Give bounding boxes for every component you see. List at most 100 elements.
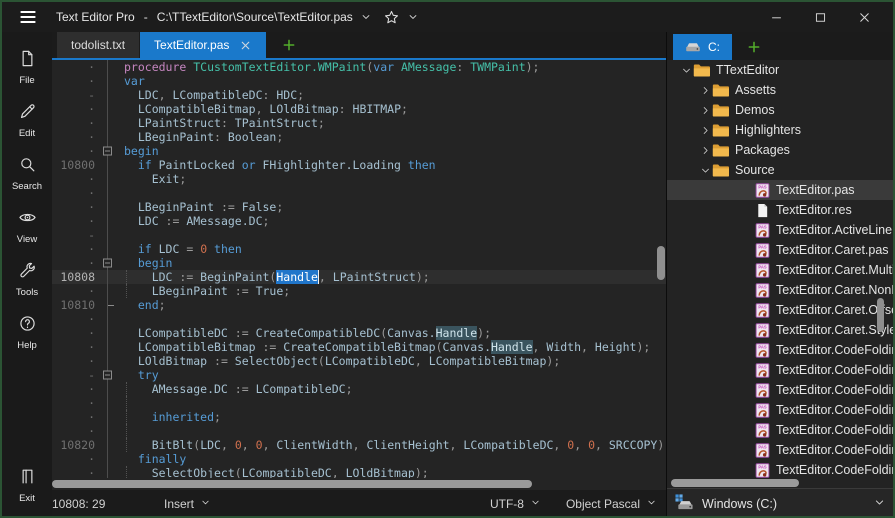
code-line[interactable]: - try bbox=[52, 368, 666, 382]
tree-file-TextEditor.Caret.NonB[interactable]: PASTextEditor.Caret.NonB bbox=[667, 280, 895, 300]
code-line[interactable]: 10808 LDC := BeginPaint(Handle, LPaintSt… bbox=[52, 270, 666, 284]
drive-selector[interactable]: Windows (C:) bbox=[667, 488, 895, 518]
code-line[interactable]: 10810 end; bbox=[52, 298, 666, 312]
tree-file-TextEditor.CodeFoldin[interactable]: PASTextEditor.CodeFoldin bbox=[667, 360, 895, 380]
fold-column[interactable] bbox=[100, 144, 116, 158]
tree-file-TextEditor.CodeFoldin[interactable]: PASTextEditor.CodeFoldin bbox=[667, 440, 895, 460]
tree-folder-Source[interactable]: Source bbox=[667, 160, 895, 180]
recent-files-chevron-icon[interactable] bbox=[359, 10, 373, 24]
code-line[interactable]: 10800 if PaintLocked or FHighlighter.Loa… bbox=[52, 158, 666, 172]
chevron-down-icon[interactable] bbox=[698, 164, 712, 177]
code-line[interactable]: · LBeginPaint: Boolean; bbox=[52, 130, 666, 144]
code-line[interactable]: ·procedure TCustomTextEditor.WMPaint(var… bbox=[52, 60, 666, 74]
tree-file-TextEditor.ActiveLine.p[interactable]: PASTextEditor.ActiveLine.p bbox=[667, 220, 895, 240]
code-line[interactable]: · bbox=[52, 312, 666, 326]
code-line[interactable]: ·var bbox=[52, 74, 666, 88]
tree-folder-Packages[interactable]: Packages bbox=[667, 140, 895, 160]
code-line[interactable]: · LBeginPaint := False; bbox=[52, 200, 666, 214]
insert-mode-dropdown[interactable]: Insert bbox=[164, 496, 212, 512]
favorites-chevron-icon[interactable] bbox=[406, 10, 420, 24]
tree-folder-Highlighters[interactable]: Highlighters bbox=[667, 120, 895, 140]
tree-file-TextEditor.CodeFoldin[interactable]: PASTextEditor.CodeFoldin bbox=[667, 400, 895, 420]
fold-collapse-icon[interactable] bbox=[103, 259, 112, 268]
new-tab-button[interactable] bbox=[275, 32, 303, 58]
tree-vertical-scrollbar[interactable] bbox=[877, 60, 885, 478]
sidebar-item-exit[interactable]: Exit bbox=[2, 460, 52, 510]
sidebar-item-tools[interactable]: Tools bbox=[2, 254, 52, 304]
code-line[interactable]: · AMessage.DC := LCompatibleDC; bbox=[52, 382, 666, 396]
tree-vscroll-thumb[interactable] bbox=[877, 298, 884, 332]
code-line[interactable]: - bbox=[52, 228, 666, 242]
code-line[interactable]: · SelectObject(LCompatibleDC, LOldBitmap… bbox=[52, 466, 666, 478]
close-tab-icon[interactable] bbox=[239, 39, 252, 52]
explorer-tab-C[interactable]: C: bbox=[673, 34, 732, 60]
code-line[interactable]: · bbox=[52, 186, 666, 200]
code-line[interactable]: · bbox=[52, 424, 666, 438]
tree-folder-TTextEditor[interactable]: TTextEditor bbox=[667, 60, 895, 80]
tree-file-TextEditor.Caret.Styles[interactable]: PASTextEditor.Caret.Styles bbox=[667, 320, 895, 340]
editor-vertical-scrollbar[interactable] bbox=[657, 60, 665, 478]
tree-folder-Assetts[interactable]: Assetts bbox=[667, 80, 895, 100]
editor-hscroll-thumb[interactable] bbox=[52, 480, 532, 488]
tree-file-TextEditor.res[interactable]: TextEditor.res bbox=[667, 200, 895, 220]
code-line[interactable]: · LCompatibleBitmap, LOldBitmap: HBITMAP… bbox=[52, 102, 666, 116]
code-line[interactable]: · finally bbox=[52, 452, 666, 466]
tree-file-TextEditor.CodeFoldin[interactable]: PASTextEditor.CodeFoldin bbox=[667, 380, 895, 400]
favorites-star-icon[interactable] bbox=[383, 9, 400, 26]
sidebar-item-help[interactable]: Help bbox=[2, 307, 52, 357]
code-line[interactable]: · LPaintStruct: TPaintStruct; bbox=[52, 116, 666, 130]
close-button[interactable] bbox=[849, 5, 879, 29]
code-line[interactable]: · begin bbox=[52, 256, 666, 270]
chevron-right-icon[interactable] bbox=[698, 124, 712, 137]
tree-hscroll-thumb[interactable] bbox=[671, 479, 799, 487]
fold-column[interactable] bbox=[100, 256, 116, 270]
minimize-button[interactable] bbox=[761, 5, 791, 29]
tree-horizontal-scrollbar[interactable] bbox=[667, 478, 895, 488]
file-icon bbox=[18, 49, 37, 73]
tree-file-TextEditor.pas[interactable]: PASTextEditor.pas bbox=[667, 180, 895, 200]
code-line[interactable]: · LBeginPaint := True; bbox=[52, 284, 666, 298]
fold-collapse-icon[interactable] bbox=[103, 147, 112, 156]
code-line[interactable]: · LCompatibleDC := CreateCompatibleDC(Ca… bbox=[52, 326, 666, 340]
code-line[interactable]: · LOldBitmap := SelectObject(LCompatible… bbox=[52, 354, 666, 368]
tree-file-TextEditor.CodeFoldin[interactable]: PASTextEditor.CodeFoldin bbox=[667, 420, 895, 440]
code-line[interactable]: 10820 BitBlt(LDC, 0, 0, ClientWidth, Cli… bbox=[52, 438, 666, 452]
code-line[interactable]: · Exit; bbox=[52, 172, 666, 186]
language-dropdown[interactable]: Object Pascal bbox=[566, 496, 658, 512]
code-line[interactable]: · bbox=[52, 396, 666, 410]
code-line[interactable]: · inherited; bbox=[52, 410, 666, 424]
sidebar-item-edit[interactable]: Edit bbox=[2, 95, 52, 145]
chevron-down-icon[interactable] bbox=[679, 64, 693, 77]
tree-file-TextEditor.Caret.pas[interactable]: PASTextEditor.Caret.pas bbox=[667, 240, 895, 260]
chevron-right-icon[interactable] bbox=[698, 84, 712, 97]
tree-file-TextEditor.CodeFoldin[interactable]: PASTextEditor.CodeFoldin bbox=[667, 340, 895, 360]
editor-vscroll-thumb[interactable] bbox=[657, 246, 665, 280]
add-drive-tab-button[interactable] bbox=[740, 34, 768, 60]
explorer-tabbar: C: bbox=[667, 32, 895, 60]
tab-todolist.txt[interactable]: todolist.txt bbox=[57, 32, 139, 58]
chevron-right-icon[interactable] bbox=[698, 104, 712, 117]
tree-folder-Demos[interactable]: Demos bbox=[667, 100, 895, 120]
code-line[interactable]: · LCompatibleBitmap := CreateCompatibleB… bbox=[52, 340, 666, 354]
editor-horizontal-scrollbar[interactable] bbox=[52, 478, 666, 490]
code-line[interactable]: - LDC, LCompatibleDC: HDC; bbox=[52, 88, 666, 102]
encoding-dropdown[interactable]: UTF-8 bbox=[490, 496, 542, 512]
tree-file-TextEditor.Caret.Offset[interactable]: PASTextEditor.Caret.Offset bbox=[667, 300, 895, 320]
tree-file-TextEditor.CodeFoldin[interactable]: PASTextEditor.CodeFoldin bbox=[667, 460, 895, 478]
sidebar-item-file[interactable]: File bbox=[2, 42, 52, 92]
menu-icon[interactable] bbox=[16, 6, 40, 28]
chevron-right-icon[interactable] bbox=[698, 144, 712, 157]
code-editor[interactable]: ·procedure TCustomTextEditor.WMPaint(var… bbox=[52, 60, 666, 478]
sidebar-item-search[interactable]: Search bbox=[2, 148, 52, 198]
code-line[interactable]: ·begin bbox=[52, 144, 666, 158]
fold-column[interactable] bbox=[100, 298, 116, 312]
tree-file-TextEditor.Caret.Multil[interactable]: PASTextEditor.Caret.Multil bbox=[667, 260, 895, 280]
fold-column[interactable] bbox=[100, 368, 116, 382]
tab-TextEditor.pas[interactable]: TextEditor.pas bbox=[140, 32, 266, 58]
fold-column bbox=[100, 172, 116, 186]
code-line[interactable]: · LDC := AMessage.DC; bbox=[52, 214, 666, 228]
fold-collapse-icon[interactable] bbox=[103, 371, 112, 380]
maximize-button[interactable] bbox=[805, 5, 835, 29]
sidebar-item-view[interactable]: View bbox=[2, 201, 52, 251]
code-line[interactable]: · if LDC = 0 then bbox=[52, 242, 666, 256]
